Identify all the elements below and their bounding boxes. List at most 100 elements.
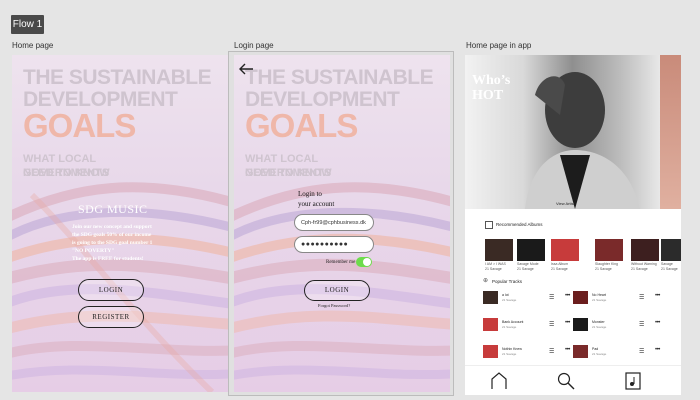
popular-tracks-icon: ⊕	[483, 278, 489, 284]
poster-line1: THE SUSTAINABLE	[245, 66, 434, 89]
home-icon[interactable]	[491, 372, 507, 390]
track-title: No Heart	[592, 293, 607, 297]
queue-icon[interactable]: ☰	[639, 321, 644, 328]
next-hero-slide[interactable]	[660, 55, 681, 209]
album-title: Savage Mode	[517, 262, 539, 266]
sdg-description: Join our new concept and support the SDG…	[72, 223, 222, 263]
album-artist: 21 Savage	[551, 267, 568, 271]
poster-line3: GOALS	[23, 107, 136, 144]
queue-icon[interactable]: ☰	[549, 348, 554, 355]
login-submit-button[interactable]: LOGIN	[304, 280, 370, 301]
remember-me-toggle[interactable]	[356, 257, 372, 267]
album-title: I AM > I WAS	[485, 262, 506, 266]
bottom-nav	[465, 365, 681, 395]
view-artist-link[interactable]: View Artist	[556, 201, 575, 206]
queue-icon[interactable]: ☰	[549, 321, 554, 328]
track-title: Bank Account	[502, 320, 524, 324]
login-heading-line: Login to	[298, 190, 322, 198]
login-page-frame: THE SUSTAINABLE DEVELOPMENT GOALS WHAT L…	[234, 55, 450, 392]
track-artist: 21 Savage	[592, 352, 607, 356]
album-artist: 21 Savage	[485, 267, 502, 271]
more-options-icon[interactable]: •••	[565, 347, 570, 353]
more-options-icon[interactable]: •••	[565, 320, 570, 326]
hero-title-line: Who’s	[472, 73, 511, 88]
album-cover	[517, 239, 545, 261]
queue-icon[interactable]: ☰	[639, 348, 644, 355]
album-card[interactable]: Savage Mode 21 Savage	[517, 239, 545, 271]
popular-tracks-title: Popular Tracks	[492, 279, 523, 284]
queue-icon[interactable]: ☰	[639, 294, 644, 301]
back-arrow-icon[interactable]	[238, 63, 254, 75]
desc-line: "NO POVERTY"	[72, 248, 115, 254]
album-title: Savage	[661, 262, 673, 266]
album-cover	[551, 239, 579, 261]
album-cover	[485, 239, 513, 261]
track-title: Nothin Knew	[502, 347, 522, 351]
app-home-frame: Who’s HOT View Artist Recommended Albums…	[465, 55, 681, 395]
album-card[interactable]: I AM > I WAS 21 Savage	[485, 239, 513, 271]
track-thumbnail	[483, 345, 498, 358]
toggle-knob	[363, 258, 371, 266]
track-artist: 21 Savage	[502, 325, 517, 329]
library-icon[interactable]	[625, 372, 641, 390]
track-thumbnail	[573, 318, 588, 331]
more-options-icon[interactable]: •••	[565, 293, 570, 299]
login-frame-label: Login page	[234, 41, 274, 50]
album-card[interactable]: Slaughter King 21 Savage	[595, 239, 623, 271]
album-artist: 21 Savage	[517, 267, 534, 271]
poster-line3: GOALS	[245, 107, 358, 144]
desc-line: Join our new concept and support	[72, 224, 152, 230]
register-button[interactable]: REGISTER	[78, 306, 144, 328]
desc-line: is going to the SDG goal number 1	[72, 240, 153, 246]
recommended-albums-title: Recommended Albums	[496, 222, 543, 227]
home-frame-label: Home page	[12, 41, 54, 50]
sdg-music-title: SDG MUSIC	[78, 202, 148, 216]
app-frame-label: Home page in app	[466, 41, 532, 50]
more-options-icon[interactable]: •••	[655, 293, 660, 299]
email-field[interactable]: Cph-fr99@cphbusiness.dk	[294, 214, 374, 231]
album-card[interactable]: Savage 21 Savage	[661, 239, 681, 271]
desc-line: The app is FREE for students!	[72, 256, 144, 262]
hero-title-line: HOT	[472, 88, 504, 103]
album-artist: 21 Savage	[595, 267, 612, 271]
track-thumbnail	[483, 318, 498, 331]
poster-line1: THE SUSTAINABLE	[23, 66, 212, 89]
album-icon	[485, 221, 493, 229]
album-card[interactable]: Issa Album 21 Savage	[551, 239, 579, 271]
track-thumbnail	[573, 291, 588, 304]
search-icon[interactable]	[557, 372, 575, 390]
flow-tag[interactable]: Flow 1	[11, 15, 44, 34]
more-options-icon[interactable]: •••	[655, 320, 660, 326]
hero-title: Who’s HOT	[472, 73, 510, 103]
album-artist: 21 Savage	[661, 267, 678, 271]
album-cover	[631, 239, 659, 261]
password-field[interactable]: ●●●●●●●●●●	[294, 236, 374, 253]
forgot-password-link[interactable]: Forgot Password?	[318, 303, 350, 308]
track-thumbnail	[573, 345, 588, 358]
track-title: Pad	[592, 347, 599, 351]
track-artist: 21 Savage	[502, 298, 517, 302]
track-title: a lot	[502, 293, 509, 297]
queue-icon[interactable]: ☰	[549, 294, 554, 301]
album-card[interactable]: Without Warning 21 Savage	[631, 239, 659, 271]
album-title: Slaughter King	[595, 262, 618, 266]
more-options-icon[interactable]: •••	[655, 347, 660, 353]
hero-banner[interactable]: Who’s HOT View Artist	[465, 55, 660, 209]
track-artist: 21 Savage	[502, 352, 517, 356]
poster-line5: NEED TO KNOW	[23, 167, 110, 179]
login-button[interactable]: LOGIN	[78, 279, 144, 301]
home-page-frame: THE SUSTAINABLE DEVELOPMENT GOALS WHAT L…	[12, 55, 228, 392]
track-thumbnail	[483, 291, 498, 304]
login-heading-line: your account	[298, 200, 335, 208]
album-artist: 21 Savage	[631, 267, 648, 271]
remember-me-label: Remember me	[326, 260, 356, 265]
track-artist: 21 Savage	[592, 298, 607, 302]
track-artist: 21 Savage	[592, 325, 607, 329]
album-title: Issa Album	[551, 262, 569, 266]
album-title: Without Warning	[631, 262, 657, 266]
login-heading: Login to your account	[298, 189, 334, 209]
album-cover	[661, 239, 681, 261]
poster-line5: NEED TO KNOW	[245, 167, 332, 179]
track-title: Monster	[592, 320, 605, 324]
desc-line: the SDG goals 50% of our income	[72, 232, 152, 238]
